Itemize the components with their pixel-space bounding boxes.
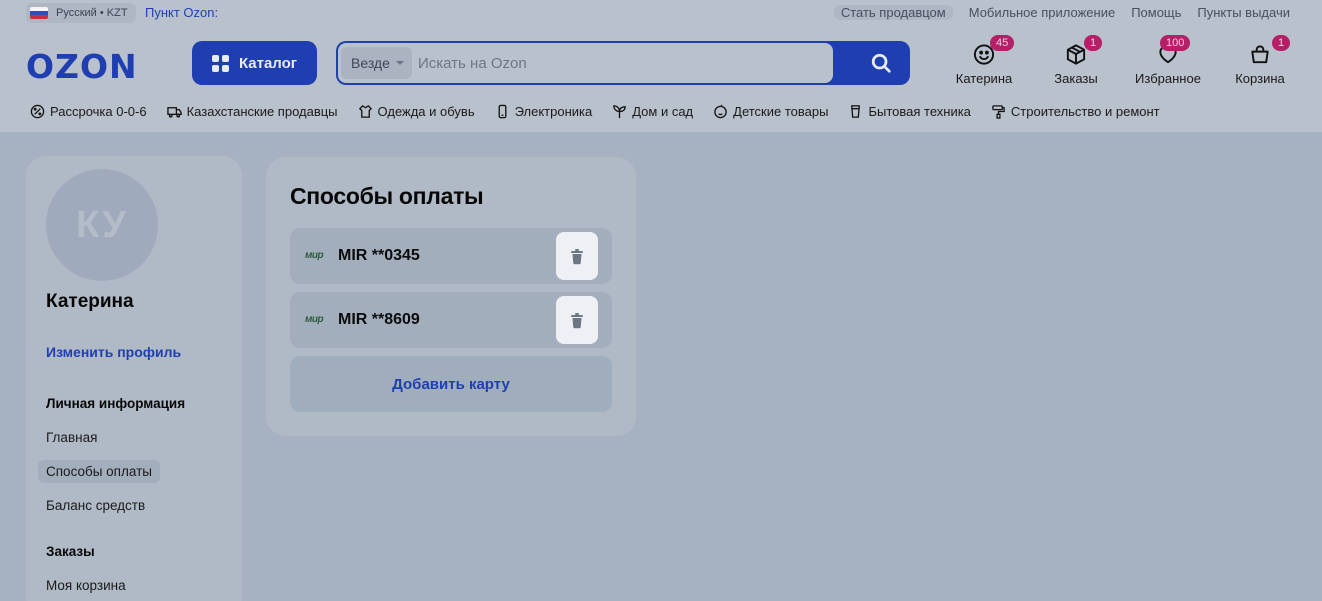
category-label: Дом и сад: [632, 104, 694, 119]
profile-button[interactable]: 45 Катерина: [938, 35, 1030, 86]
ozon-logo[interactable]: OZON: [26, 47, 138, 86]
category-label: Казахстанские продавцы: [186, 104, 338, 119]
favorites-button[interactable]: 100 Избранное: [1122, 35, 1214, 86]
catalog-label: Каталог: [238, 54, 298, 72]
search-box: Везде: [338, 43, 833, 83]
profile-label: Катерина: [955, 71, 1013, 86]
search-bar: Везде: [336, 41, 910, 85]
percent-icon: [30, 104, 45, 119]
truck-icon: [166, 107, 182, 118]
delete-card-button[interactable]: [556, 296, 598, 344]
language-label: Русский • KZT: [56, 7, 128, 19]
section-title-orders: Заказы: [46, 544, 95, 559]
trash-icon: [571, 312, 583, 328]
become-seller-link[interactable]: Стать продавцом: [833, 5, 953, 20]
language-selector[interactable]: Русский • KZT: [26, 3, 136, 23]
category-label: Электроника: [514, 104, 593, 119]
baby-icon: [714, 104, 727, 119]
favorites-badge: 100: [1160, 35, 1191, 51]
category-item-construction[interactable]: Строительство и ремонт: [991, 104, 1160, 119]
payment-card-row[interactable]: мир MIR **0345: [290, 228, 612, 284]
orders-badge: 1: [1084, 35, 1103, 51]
page-title: Способы оплаты: [290, 183, 484, 209]
category-label: Бытовая техника: [868, 104, 971, 119]
topbar: Русский • KZT Пункт Ozon: Стать продавцо…: [0, 0, 1322, 26]
pickup-point-link[interactable]: Пункт Ozon:: [145, 5, 218, 20]
clothes-icon: [358, 105, 372, 118]
cart-badge: 1: [1272, 35, 1291, 51]
category-item-home-garden[interactable]: Дом и сад: [612, 104, 693, 119]
pickup-points-link[interactable]: Пункты выдачи: [1197, 5, 1290, 20]
payment-card-row[interactable]: мир MIR **8609: [290, 292, 612, 348]
category-item-electronics[interactable]: Электроника: [495, 104, 593, 119]
mobile-app-link[interactable]: Мобильное приложение: [969, 5, 1115, 20]
add-card-button[interactable]: Добавить карту: [290, 356, 612, 412]
roller-icon: [992, 105, 1005, 119]
category-item-clothes[interactable]: Одежда и обувь: [358, 104, 475, 119]
russia-flag-icon: [30, 7, 48, 19]
plant-icon: [613, 105, 627, 119]
category-item-kids[interactable]: Детские товары: [713, 104, 828, 119]
category-label: Одежда и обувь: [377, 104, 475, 119]
sidebar-item-payment-methods[interactable]: Способы оплаты: [38, 460, 160, 483]
category-label: Детские товары: [733, 104, 829, 119]
help-link[interactable]: Помощь: [1131, 5, 1181, 20]
category-nav: Рассрочка 0-0-6 Казахстанские продавцы О…: [30, 104, 1180, 119]
orders-label: Заказы: [1054, 71, 1098, 86]
header-icons: 45 Катерина 1 Заказы 100 Избранное 1 Кор…: [938, 35, 1306, 86]
search-icon[interactable]: [870, 52, 892, 74]
card-label: MIR **8609: [338, 311, 420, 328]
category-item-appliances[interactable]: Бытовая техника: [848, 104, 971, 119]
category-label: Строительство и ремонт: [1010, 104, 1160, 119]
mir-logo-icon: мир: [305, 314, 324, 325]
chevron-down-icon: [395, 61, 404, 65]
sidebar-item-balance[interactable]: Баланс средств: [46, 498, 145, 513]
cart-label: Корзина: [1235, 71, 1285, 86]
catalog-button[interactable]: Каталог: [192, 41, 317, 85]
payment-methods-panel: Способы оплаты мир MIR **0345 мир MIR **…: [266, 157, 636, 436]
delete-card-button[interactable]: [556, 232, 598, 280]
bag-icon: [1251, 45, 1269, 64]
favorites-label: Избранное: [1135, 71, 1201, 86]
header: Русский • KZT Пункт Ozon: Стать продавцо…: [0, 0, 1322, 132]
search-scope-label: Везде: [351, 55, 390, 71]
section-title-personal: Личная информация: [46, 396, 186, 411]
profile-badge: 45: [990, 35, 1015, 51]
cart-button[interactable]: 1 Корзина: [1214, 35, 1306, 86]
category-label: Рассрочка 0-0-6: [50, 104, 147, 119]
grid-icon: [211, 54, 229, 72]
top-links: Стать продавцом Мобильное приложение Пом…: [833, 5, 1290, 20]
orders-button[interactable]: 1 Заказы: [1030, 35, 1122, 86]
edit-profile-link[interactable]: Изменить профиль: [46, 344, 181, 360]
appliance-icon: [851, 105, 861, 118]
category-item-kz-sellers[interactable]: Казахстанские продавцы: [166, 104, 338, 119]
sidebar-item-main[interactable]: Главная: [46, 430, 97, 445]
profile-sidebar: КУ Катерина Изменить профиль Личная инфо…: [26, 156, 242, 601]
phone-icon: [498, 104, 507, 119]
card-label: MIR **0345: [338, 247, 420, 264]
category-item-installment[interactable]: Рассрочка 0-0-6: [30, 104, 147, 119]
trash-icon: [571, 248, 583, 264]
avatar[interactable]: КУ: [46, 169, 158, 281]
mir-logo-icon: мир: [305, 250, 324, 261]
user-name: Катерина: [46, 291, 134, 312]
search-scope-dropdown[interactable]: Везде: [341, 47, 412, 79]
sidebar-item-my-cart[interactable]: Моя корзина: [46, 578, 126, 593]
search-input[interactable]: [418, 47, 818, 79]
